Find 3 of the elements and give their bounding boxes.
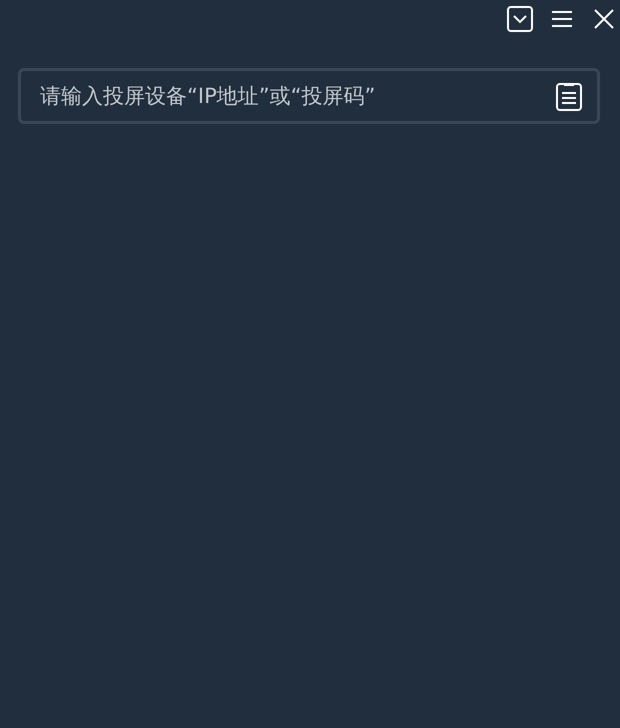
clipboard-icon[interactable]	[556, 81, 582, 111]
dropdown-button[interactable]	[506, 5, 534, 33]
search-field[interactable]: 请输入投屏设备“IP地址”或“投屏码”	[18, 68, 600, 124]
